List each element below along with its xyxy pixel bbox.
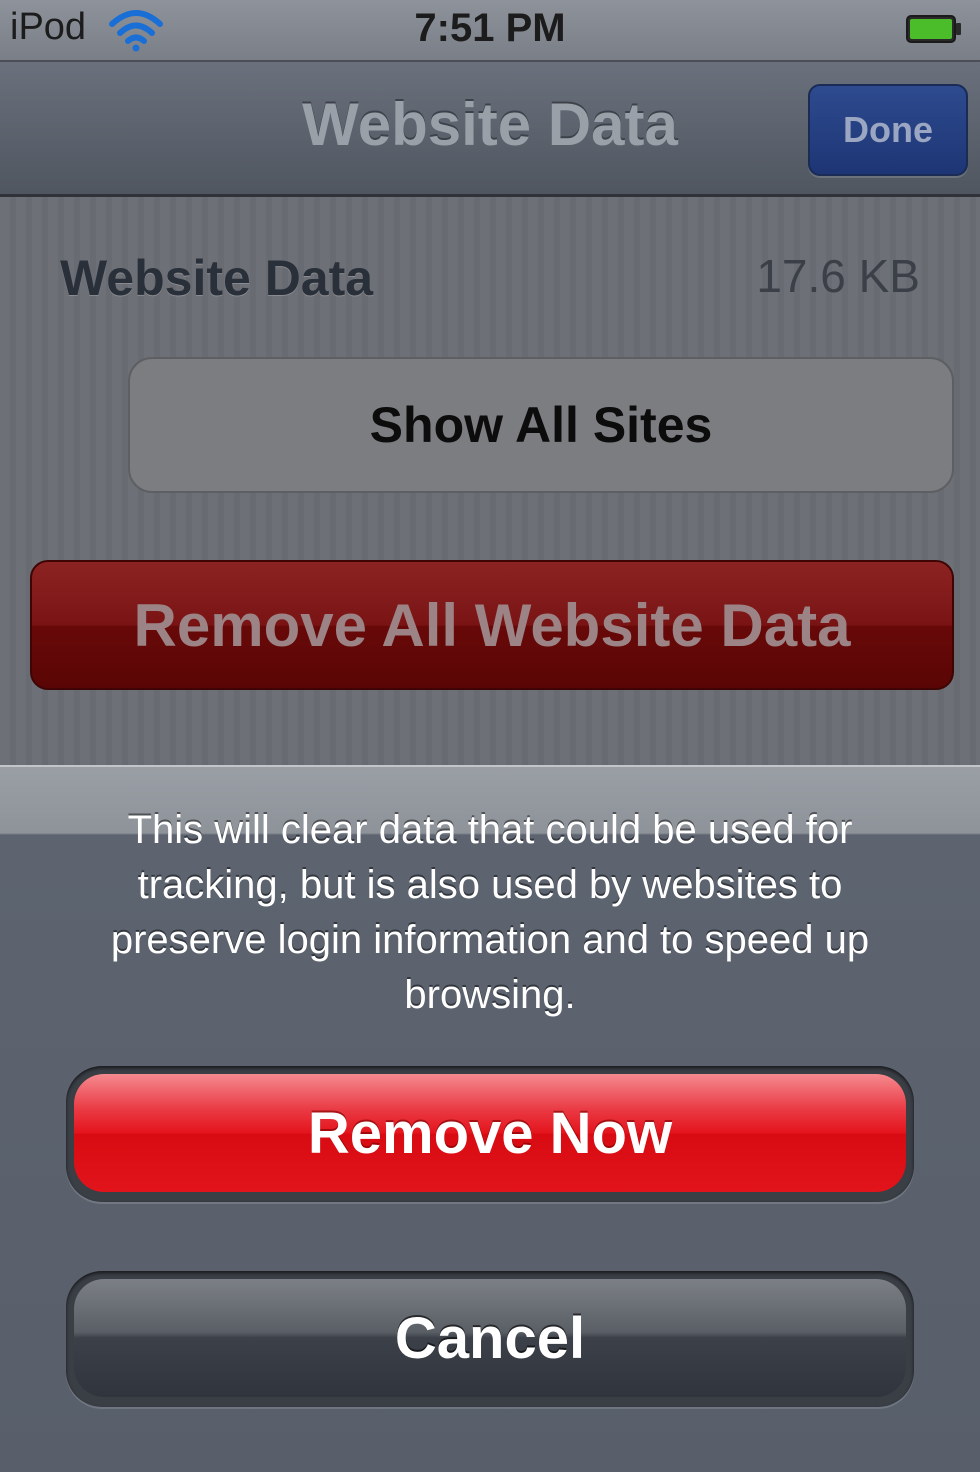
status-bar: iPod 7:51 PM [0,0,980,62]
done-button[interactable]: Done [808,84,968,176]
cancel-frame: Cancel [66,1271,914,1407]
show-all-sites-button[interactable]: Show All Sites [128,357,954,493]
website-data-size: 17.6 KB [756,250,920,302]
website-data-content: Website Data 17.6 KB Show All Sites Remo… [0,197,980,765]
action-sheet: This will clear data that could be used … [0,765,980,1472]
remove-all-website-data-button[interactable]: Remove All Website Data [30,560,954,690]
battery-icon [906,15,961,43]
navigation-bar: Website Data Done [0,62,980,197]
cancel-button[interactable]: Cancel [74,1279,906,1397]
status-time: 7:51 PM [414,6,566,50]
remove-now-button[interactable]: Remove Now [74,1074,906,1192]
remove-now-frame: Remove Now [66,1066,914,1202]
website-data-label: Website Data [60,250,374,306]
action-sheet-message: This will clear data that could be used … [110,808,870,1017]
